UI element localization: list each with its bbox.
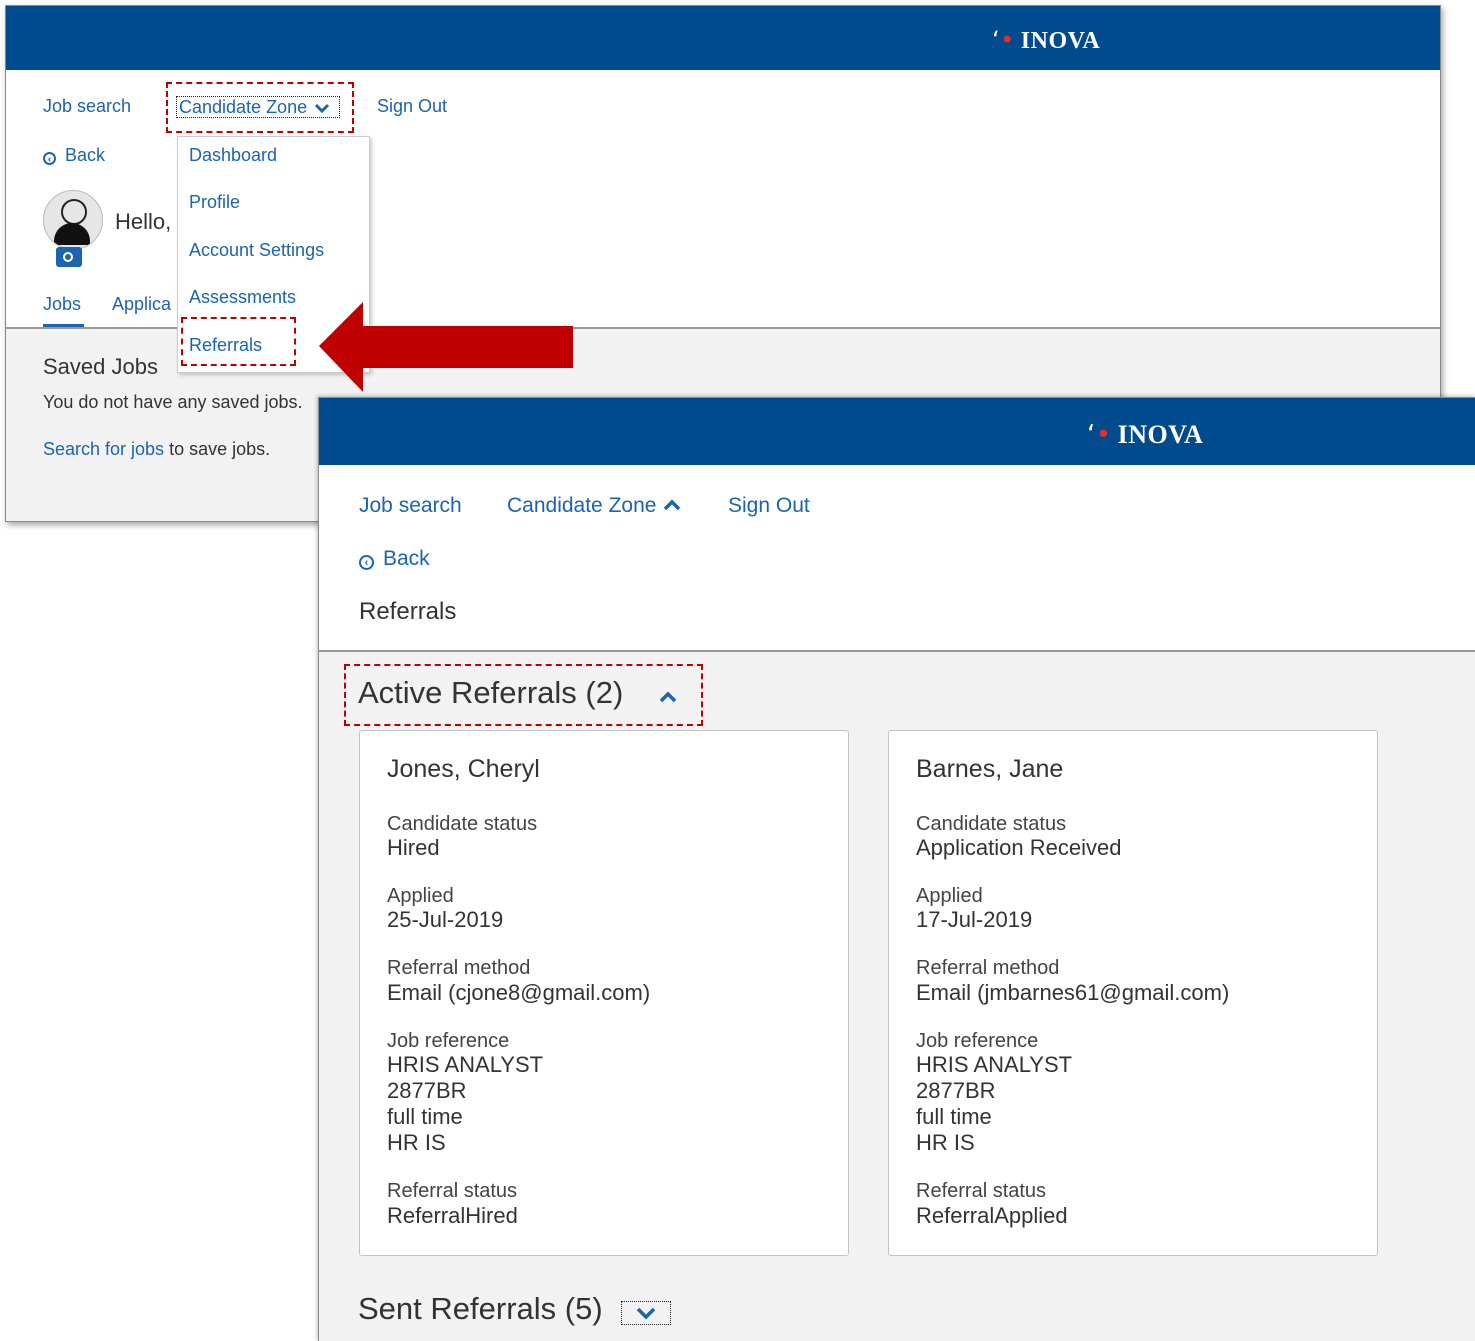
sent-referrals-heading[interactable]: Sent Referrals (5) <box>358 1291 603 1327</box>
page-title: Referrals <box>359 598 457 625</box>
job-reference-dept: HR IS <box>916 1130 975 1155</box>
applied-value: 17-Jul-2019 <box>916 907 1033 932</box>
menu-item-dashboard[interactable]: Dashboard <box>189 145 277 166</box>
nav-job-search[interactable]: Job search <box>359 494 462 518</box>
nav-sign-out[interactable]: Sign Out <box>728 494 810 518</box>
header-banner-2: ‘• INOVA <box>319 398 1475 465</box>
search-for-jobs-line: Search for jobs to save jobs. <box>43 439 270 460</box>
back-link[interactable]: ‹ Back <box>43 145 105 166</box>
job-reference-title: HRIS ANALYST <box>916 1052 1073 1077</box>
candidate-status-value: Hired <box>387 835 440 860</box>
referral-card: Barnes, Jane Candidate status Applicatio… <box>888 730 1378 1256</box>
job-reference-id: 2877BR <box>387 1078 467 1103</box>
back-link[interactable]: ‹ Back <box>359 547 430 571</box>
referral-status-label: Referral status <box>916 1180 1047 1202</box>
nav-candidate-zone-label: Candidate Zone <box>179 97 308 117</box>
active-referrals-heading[interactable]: Active Referrals (2) <box>358 675 623 711</box>
job-reference-label: Job reference <box>916 1030 1039 1052</box>
job-reference-id: 2877BR <box>916 1078 996 1103</box>
avatar-body <box>54 223 90 245</box>
tab-jobs[interactable]: Jobs <box>43 294 81 315</box>
camera-icon[interactable] <box>56 247 82 267</box>
referral-method-label: Referral method <box>916 957 1060 979</box>
search-for-jobs-link[interactable]: Search for jobs <box>43 439 164 459</box>
avatar <box>43 190 103 250</box>
referrals-window: ‘• INOVA Job search Candidate Zone Sign O… <box>318 397 1475 1341</box>
referral-card: Jones, Cheryl Candidate status Hired App… <box>359 730 849 1256</box>
back-arrow-icon: ‹ <box>43 152 56 165</box>
inova-logo: ‘• INOVA <box>992 26 1101 54</box>
back-label: Back <box>383 547 430 570</box>
job-reference-label: Job reference <box>387 1030 510 1052</box>
referral-method-value: Email (cjone8@gmail.com) <box>387 980 651 1005</box>
referral-status-value: ReferralApplied <box>916 1203 1068 1228</box>
referral-method-value: Email (jmbarnes61@gmail.com) <box>916 980 1230 1005</box>
applied-label: Applied <box>916 885 983 907</box>
avatar-head <box>61 199 87 225</box>
nav-candidate-zone-highlight: Candidate Zone <box>166 82 354 133</box>
referral-method-label: Referral method <box>387 957 531 979</box>
candidate-status-label: Candidate status <box>916 813 1067 835</box>
chevron-up-icon[interactable] <box>658 690 678 704</box>
nav-job-search[interactable]: Job search <box>43 96 131 117</box>
referral-name: Jones, Cheryl <box>387 755 540 783</box>
chevron-down-icon <box>636 1307 656 1320</box>
inova-logo-2: ‘• INOVA <box>1087 420 1204 450</box>
inova-cross-icon: ‘• <box>1087 420 1112 450</box>
saved-jobs-title: Saved Jobs <box>43 354 158 379</box>
job-reference-type: full time <box>387 1104 463 1129</box>
back-arrow-icon: ‹ <box>359 555 374 570</box>
job-reference-dept: HR IS <box>387 1130 446 1155</box>
saved-jobs-message: You do not have any saved jobs. <box>43 392 303 412</box>
nav-candidate-zone[interactable]: Candidate Zone <box>507 494 682 518</box>
menu-item-profile[interactable]: Profile <box>189 192 240 213</box>
chevron-up-icon <box>664 499 681 511</box>
referral-status-label: Referral status <box>387 1180 518 1202</box>
nav-candidate-zone[interactable]: Candidate Zone <box>176 96 340 118</box>
applied-value: 25-Jul-2019 <box>387 907 504 932</box>
applied-label: Applied <box>387 885 454 907</box>
candidate-status-label: Candidate status <box>387 813 538 835</box>
inova-cross-icon: ‘• <box>992 26 1015 54</box>
header-banner: ‘• INOVA <box>6 6 1440 70</box>
referral-name: Barnes, Jane <box>916 755 1064 783</box>
back-label: Back <box>65 145 106 165</box>
nav-sign-out[interactable]: Sign Out <box>377 96 447 117</box>
chevron-down-icon <box>315 103 330 114</box>
nav-candidate-zone-label: Candidate Zone <box>507 494 657 517</box>
job-reference-type: full time <box>916 1104 992 1129</box>
candidate-status-value: Application Received <box>916 835 1122 860</box>
menu-item-account-settings[interactable]: Account Settings <box>189 240 324 261</box>
sent-referrals-toggle[interactable] <box>621 1301 671 1325</box>
menu-item-referrals[interactable]: Referrals <box>189 335 262 356</box>
referral-status-value: ReferralHired <box>387 1203 518 1228</box>
camera-lens <box>63 252 73 262</box>
search-for-jobs-suffix: to save jobs. <box>164 439 271 459</box>
job-reference-title: HRIS ANALYST <box>387 1052 544 1077</box>
red-arrow-icon <box>319 302 573 392</box>
menu-item-assessments[interactable]: Assessments <box>189 287 296 308</box>
tab-applications[interactable]: Applica <box>112 294 171 315</box>
greeting: Hello, <box>115 209 172 234</box>
